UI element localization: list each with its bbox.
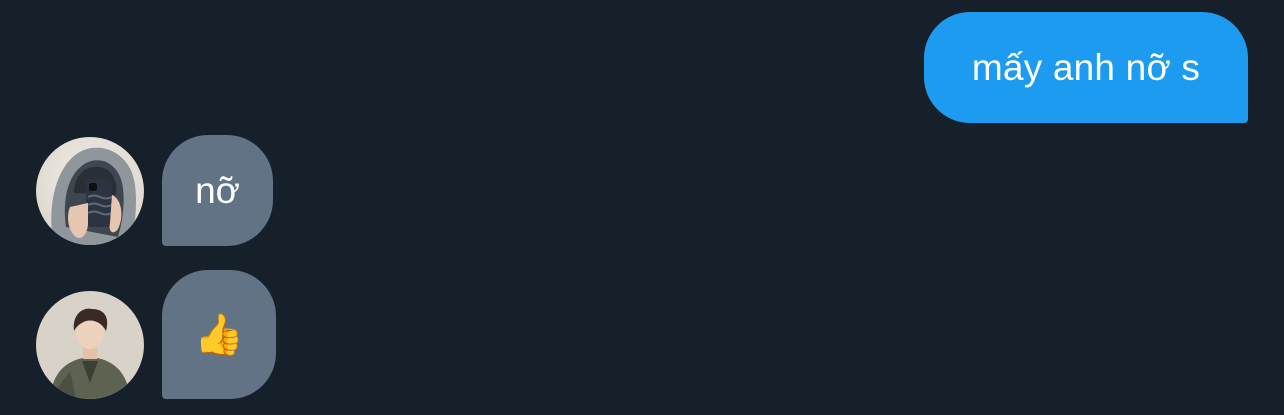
incoming-message-bubble[interactable]: 👍 — [162, 270, 276, 399]
avatar-young-man-jacket-image — [36, 291, 144, 399]
outgoing-message-bubble[interactable]: mấy anh nỡ s — [924, 12, 1248, 123]
avatar[interactable] — [36, 291, 144, 399]
thumbs-up-icon: 👍 — [194, 312, 244, 357]
avatar-hooded-mirror-selfie-image — [36, 137, 144, 245]
message-text: nỡ — [195, 169, 240, 211]
conversation-thread: mấy anh nỡ s nỡ 👍 — [0, 0, 1284, 415]
avatar[interactable] — [36, 137, 144, 245]
message-text: mấy anh nỡ s — [971, 46, 1201, 88]
incoming-message-bubble[interactable]: nỡ — [162, 135, 273, 246]
